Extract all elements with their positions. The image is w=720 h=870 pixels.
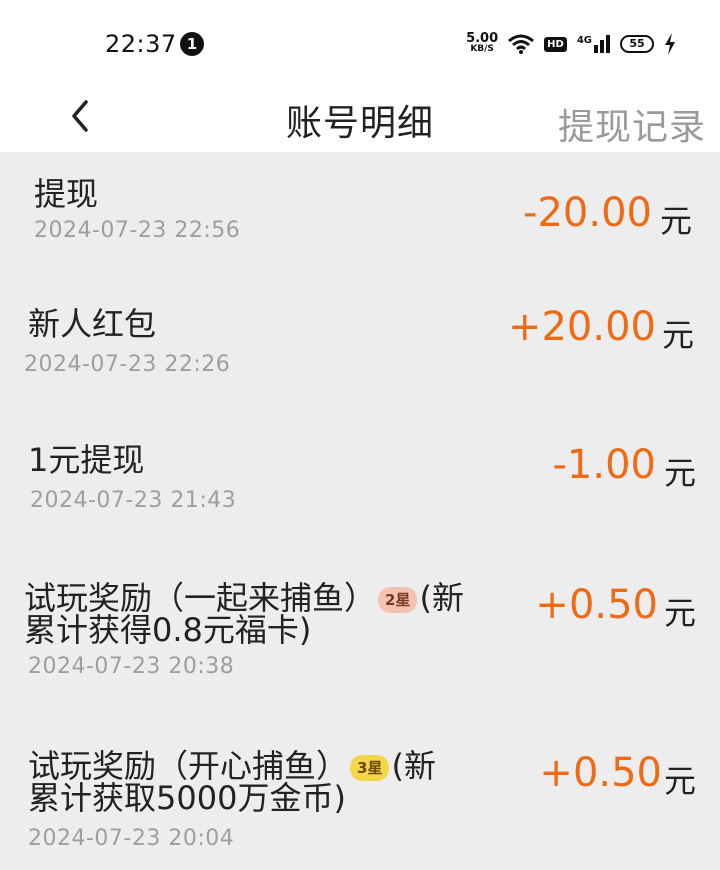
item-title: 新人红包 (28, 305, 157, 343)
item-title: 试玩奖励（一起来捕鱼） 2星 (新 (24, 579, 464, 617)
item-time: 2024-07-23 20:38 (28, 654, 235, 679)
hd-icon: HD (544, 36, 567, 52)
currency-unit: 元 (661, 316, 694, 354)
currency-unit: 元 (659, 202, 692, 240)
currency-unit: 元 (663, 454, 696, 492)
wifi-icon (508, 34, 535, 54)
item-time: 2024-07-23 20:04 (28, 826, 235, 851)
star-badge-2: 2星 (378, 587, 418, 613)
withdraw-record-link[interactable]: 提现记录 (558, 98, 706, 150)
item-amount: +0.50 (539, 750, 662, 796)
battery-icon: 55 (620, 35, 654, 53)
item-time: 2024-07-23 22:56 (34, 218, 241, 243)
item-amount: +20.00 (507, 304, 656, 350)
network-speed: 5.00 KB/S (466, 31, 499, 54)
item-amount: +0.50 (535, 582, 658, 628)
nav-header: 账号明细 提现记录 (0, 88, 720, 152)
charging-icon (665, 33, 675, 55)
item-time: 2024-07-23 22:26 (24, 352, 231, 377)
notification-badge: 1 (180, 32, 204, 56)
item-time: 2024-07-23 21:43 (30, 488, 237, 513)
item-title-line2: 累计获得0.8元福卡) (24, 611, 312, 649)
item-title: 1元提现 (28, 441, 145, 479)
currency-unit: 元 (663, 594, 696, 632)
currency-unit: 元 (663, 762, 696, 800)
status-bar: 22:37 1 5.00 KB/S HD 4G 55 (0, 0, 720, 88)
item-title: 提现 (34, 175, 99, 213)
status-icons: 5.00 KB/S HD 4G 55 (466, 30, 676, 58)
item-title: 试玩奖励（开心捕鱼） 3星 (新 (28, 747, 436, 785)
item-title-line2: 累计获取5000万金币) (28, 779, 346, 817)
star-badge-3: 3星 (350, 755, 390, 781)
item-amount: -20.00 (523, 190, 652, 236)
status-time: 22:37 (105, 30, 177, 58)
signal-icon: 4G (577, 35, 610, 53)
item-amount: -1.00 (552, 442, 657, 488)
